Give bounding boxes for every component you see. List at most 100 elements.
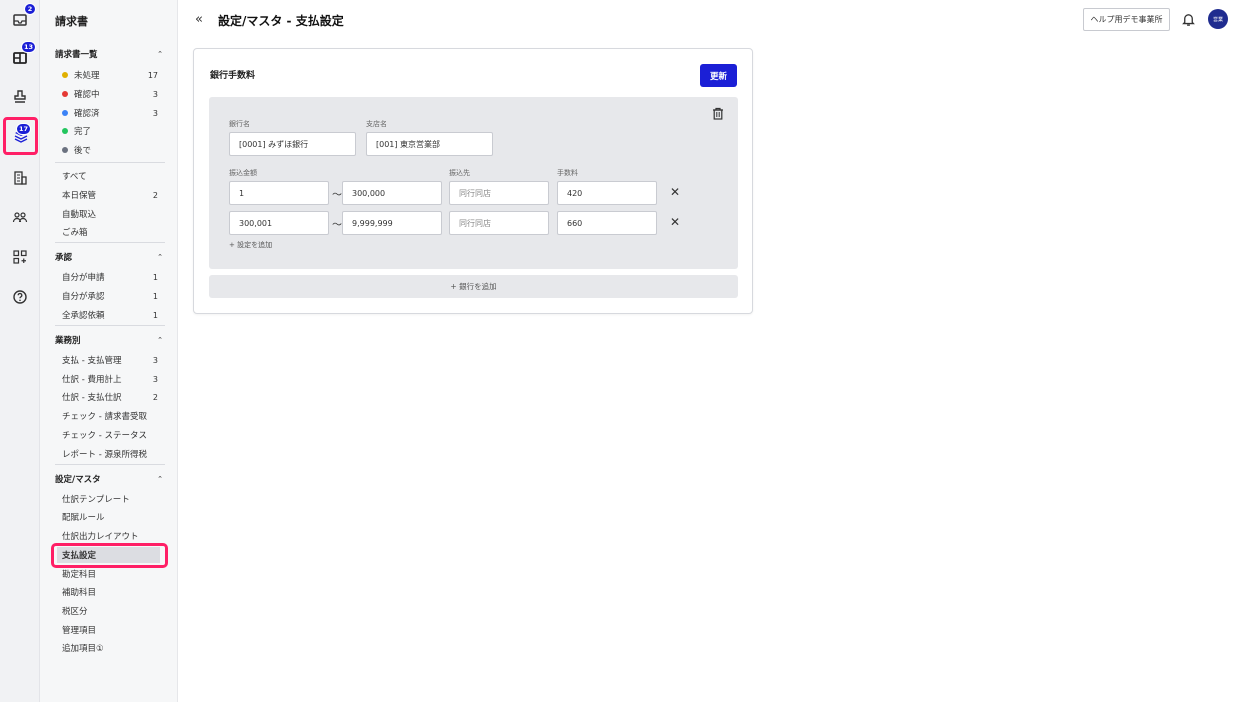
sidebar-item-label: 補助科目 [62, 588, 97, 598]
sidebar-item-account-title[interactable]: 勘定科目 [62, 568, 158, 580]
sidebar-item-later[interactable]: 後で [62, 144, 158, 156]
chevron-up-icon[interactable]: ⌃ [157, 475, 163, 483]
sidebar-item-all-approvals[interactable]: 全承認依頼 1 [62, 309, 158, 322]
sidebar-item-label: 完了 [74, 127, 92, 137]
section-invoice-list[interactable]: 請求書一覧 ⌃ [55, 48, 163, 60]
bank-name-field[interactable]: [0001] みずほ銀行 [229, 132, 356, 156]
sidebar-item-payment-mgmt[interactable]: 支払 - 支払管理 3 [62, 354, 158, 367]
sidebar-item-report-withholding[interactable]: レポート - 源泉所得税 [62, 448, 158, 460]
inbox-icon[interactable]: 2 [5, 3, 36, 35]
chevron-up-icon[interactable]: ⌃ [157, 336, 163, 344]
sidebar-item-my-request[interactable]: 自分が申請 1 [62, 271, 158, 284]
sidebar-item-saved-today[interactable]: 本日保管 2 [62, 189, 158, 202]
add-setting-link[interactable]: + 設定を追加 [229, 240, 272, 250]
destination-label: 振込先 [449, 169, 470, 177]
amount-from-field[interactable]: 1 [229, 181, 329, 205]
apps-add-icon[interactable] [5, 242, 35, 272]
close-icon[interactable]: ✕ [670, 185, 680, 199]
sidebar-item-label: 後で [74, 146, 92, 156]
sidebar-item-all[interactable]: すべて [62, 170, 158, 182]
help-icon[interactable] [5, 282, 35, 312]
card-title: 銀行手数料 [210, 71, 256, 81]
sidebar-item-label: ごみ箱 [62, 228, 88, 238]
divider [55, 464, 165, 465]
range-tilde: 〜 [332, 190, 342, 201]
sidebar-item-done[interactable]: 完了 [62, 125, 158, 137]
section-business[interactable]: 業務別 ⌃ [55, 334, 163, 346]
update-button[interactable]: 更新 [700, 64, 737, 87]
amount-to-field[interactable]: 300,000 [342, 181, 442, 205]
range-tilde: 〜 [332, 220, 342, 231]
sidebar-item-auto-import[interactable]: 自動取込 [62, 208, 158, 220]
fee-field[interactable]: 420 [557, 181, 657, 205]
sidebar-item-check-status[interactable]: チェック - ステータス [62, 429, 158, 441]
layers-icon[interactable]: 17 [3, 117, 38, 155]
count-badge: 3 [152, 108, 158, 118]
close-icon[interactable]: ✕ [670, 215, 680, 229]
sidebar-item-trash[interactable]: ごみ箱 [62, 226, 158, 238]
sidebar-item-journal-layout[interactable]: 仕訳出力レイアウト [62, 530, 158, 542]
count-badge: 3 [152, 374, 158, 384]
sidebar: 請求書 請求書一覧 ⌃ 未処理 17 確認中 3 確認済 3 完了 後で すべて… [40, 0, 178, 702]
sidebar-item-label: 未処理 [74, 71, 100, 81]
count-badge: 1 [152, 291, 158, 301]
inbox-badge: 2 [24, 3, 36, 15]
amount-to-field[interactable]: 9,999,999 [342, 211, 442, 235]
building-icon[interactable] [5, 163, 35, 193]
sidebar-item-management-item[interactable]: 管理項目 [62, 624, 158, 636]
sidebar-item-label: 税区分 [62, 607, 88, 617]
sidebar-item-checking[interactable]: 確認中 3 [62, 88, 158, 100]
sidebar-item-label: 確認済 [74, 109, 100, 119]
status-dot [62, 128, 68, 134]
sidebar-item-journal-template[interactable]: 仕訳テンプレート [62, 493, 158, 505]
stamp-icon[interactable] [5, 82, 35, 112]
divider [55, 242, 165, 243]
branch-field[interactable]: [001] 東京営業部 [366, 132, 493, 156]
chevron-up-icon[interactable]: ⌃ [157, 253, 163, 261]
sidebar-item-my-approval[interactable]: 自分が承認 1 [62, 290, 158, 303]
sidebar-item-label: 自動取込 [62, 210, 97, 220]
sidebar-item-label: 仕訳 - 支払仕訳 [62, 393, 122, 403]
sidebar-item-payment-settings[interactable]: 支払設定 [62, 549, 158, 561]
trash-icon[interactable] [712, 107, 724, 120]
sidebar-item-label: 支払 - 支払管理 [62, 356, 122, 366]
sidebar-item-check-receipt[interactable]: チェック - 請求書受取 [62, 410, 158, 422]
sidebar-item-label: 本日保管 [62, 191, 97, 201]
sidebar-item-additional-item[interactable]: 追加項目① [62, 642, 158, 654]
sidebar-item-label: レポート - 源泉所得税 [62, 450, 147, 460]
sidebar-item-tax-category[interactable]: 税区分 [62, 605, 158, 617]
section-label: 設定/マスタ [55, 475, 101, 485]
sidebar-item-expense-journal[interactable]: 仕訳 - 費用計上 3 [62, 373, 158, 386]
sidebar-item-payment-journal[interactable]: 仕訳 - 支払仕訳 2 [62, 391, 158, 404]
section-label: 業務別 [55, 336, 81, 346]
section-label: 承認 [55, 253, 73, 263]
sidebar-item-label: 支払設定 [62, 551, 97, 561]
sidebar-item-checked[interactable]: 確認済 3 [62, 107, 158, 119]
destination-field[interactable]: 同行同店 [449, 211, 549, 235]
bank-name-label: 銀行名 [229, 120, 250, 128]
fee-field[interactable]: 660 [557, 211, 657, 235]
sidebar-item-label: 管理項目 [62, 626, 97, 636]
section-settings[interactable]: 設定/マスタ ⌃ [55, 473, 163, 485]
bell-icon[interactable] [1181, 12, 1196, 27]
amount-from-field[interactable]: 300,001 [229, 211, 329, 235]
split-view-icon[interactable]: 13 [5, 41, 36, 73]
sidebar-item-allocation-rule[interactable]: 配賦ルール [62, 511, 158, 523]
help-company-button[interactable]: ヘルプ用デモ事業所 [1083, 8, 1170, 31]
chevron-up-icon[interactable]: ⌃ [157, 50, 163, 58]
icon-rail: 2 13 17 [0, 0, 40, 702]
section-approval[interactable]: 承認 ⌃ [55, 251, 163, 263]
users-icon[interactable] [5, 202, 35, 232]
destination-field[interactable]: 同行同店 [449, 181, 549, 205]
count-badge: 2 [152, 392, 158, 402]
sidebar-item-label: すべて [62, 172, 87, 182]
count-badge: 3 [152, 89, 158, 99]
add-bank-button[interactable]: + 銀行を追加 [209, 275, 738, 298]
sidebar-item-sub-account[interactable]: 補助科目 [62, 586, 158, 598]
sidebar-item-unprocessed[interactable]: 未処理 17 [62, 69, 158, 81]
sidebar-item-label: 全承認依頼 [62, 311, 105, 321]
avatar[interactable]: 営業 [1208, 9, 1228, 29]
collapse-sidebar-icon[interactable]: « [195, 12, 203, 27]
count-badge: 17 [147, 70, 158, 80]
status-dot [62, 147, 68, 153]
